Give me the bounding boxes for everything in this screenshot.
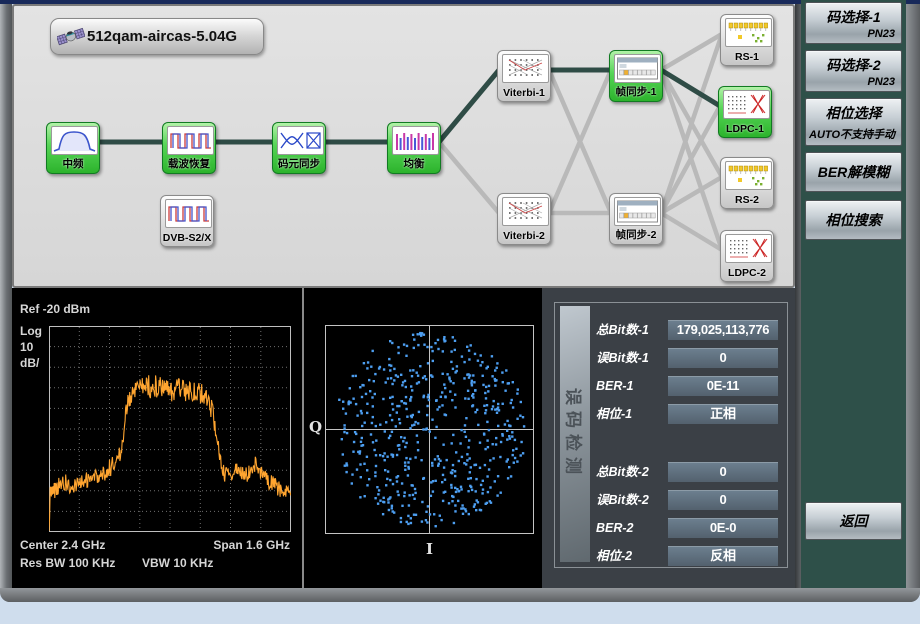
ber-panel: 误码检测 总Bit数-1179,025,113,776误Bit数-10BER-1… — [542, 288, 795, 588]
phase-search-button-label: 相位搜索 — [806, 201, 901, 239]
ldpc-icon — [723, 90, 770, 119]
flow-node-label: 载波恢复 — [159, 156, 219, 171]
ber-row-value: 0 — [668, 348, 778, 368]
spectrum-icon — [51, 126, 98, 155]
flow-node-if[interactable]: 中频 — [46, 122, 100, 174]
ber-row-label: BER-1 — [596, 376, 668, 396]
window-frame-right — [906, 4, 920, 602]
ber-row-label: 相位-2 — [596, 546, 668, 566]
flow-edge-eq-v1 — [439, 70, 499, 142]
flow-node-v1[interactable]: Viterbi-1 — [497, 50, 551, 102]
code-select-2-button[interactable]: 码选择-2PN23 — [805, 50, 902, 92]
ber-row-value: 179,025,113,776 — [668, 320, 778, 340]
ber-row-label: 相位-1 — [596, 404, 668, 424]
window-frame-left — [0, 4, 12, 602]
ber-row-value: 反相 — [668, 546, 778, 566]
eye-icon — [277, 126, 324, 155]
flow-node-ss[interactable]: 码元同步 — [272, 122, 326, 174]
spectrum-panel: Ref -20 dBm Log 10 dB/ Center 2.4 GHz Sp… — [12, 288, 302, 588]
flow-node-ldpc2[interactable]: LDPC-2 — [720, 230, 774, 282]
code-select-1-button-label: 码选择-1 — [806, 7, 901, 27]
flow-node-label: 码元同步 — [269, 156, 329, 171]
flow-node-fs2[interactable]: 帧同步-2 — [609, 193, 663, 245]
spectrum-ref-label: Ref -20 dBm — [20, 302, 90, 316]
flow-node-label: 帧同步-2 — [606, 227, 666, 242]
spectrum-span-label: Span 1.6 GHz — [162, 538, 290, 552]
phase-select-button-label: 相位选择 — [806, 103, 901, 123]
constellation-panel: Q I — [302, 288, 542, 588]
frame-icon — [614, 54, 661, 83]
flow-node-label: Viterbi-1 — [494, 87, 554, 99]
i-axis-label: I — [325, 540, 534, 558]
ldpc-icon — [725, 234, 772, 263]
ber-row-value: 正相 — [668, 404, 778, 424]
flow-node-label: 均衡 — [384, 156, 444, 171]
phase-search-button[interactable]: 相位搜索 — [805, 200, 902, 240]
flow-node-fs1[interactable]: 帧同步-1 — [609, 50, 663, 102]
ber-row-value: 0 — [668, 490, 778, 510]
frame-icon — [614, 197, 661, 226]
flow-node-label: 中频 — [43, 156, 103, 171]
flow-node-label: 帧同步-1 — [606, 84, 666, 99]
rs-icon — [725, 18, 772, 47]
ber-deambiguity-button[interactable]: BER解模糊 — [805, 152, 902, 192]
flow-node-dvb[interactable]: DVB-S2/X — [160, 195, 214, 247]
flow-node-label: DVB-S2/X — [157, 232, 217, 244]
spectrum-db-label: dB/ — [20, 356, 39, 370]
spectrum-rbw-label: Res BW 100 KHz — [20, 556, 115, 570]
flow-node-eq[interactable]: 均衡 — [387, 122, 441, 174]
code-select-1-button-value: PN23 — [867, 28, 895, 40]
flow-node-label: LDPC-1 — [715, 123, 775, 135]
ber-row-label: 总Bit数-1 — [596, 320, 668, 340]
window-frame-bottom — [0, 588, 920, 602]
ber-row-label: 误Bit数-1 — [596, 348, 668, 368]
back-button[interactable]: 返回 — [805, 502, 902, 540]
flow-edge-eq-v2 — [439, 142, 499, 213]
constellation-plot — [325, 325, 534, 534]
ber-side-strip: 误码检测 — [560, 306, 590, 562]
ber-side-label: 误码检测 — [563, 388, 588, 480]
flow-node-rs1[interactable]: RS-1 — [720, 14, 774, 66]
flow-node-label: LDPC-2 — [717, 267, 777, 279]
spectrum-center-label: Center 2.4 GHz — [20, 538, 105, 552]
spectrum-vbw-label: VBW 10 KHz — [142, 556, 213, 570]
phase-select-button-value: AUTO不支持手动 — [809, 126, 895, 142]
ber-row-label: 误Bit数-2 — [596, 490, 668, 510]
flow-node-label: Viterbi-2 — [494, 230, 554, 242]
code-select-1-button[interactable]: 码选择-1PN23 — [805, 2, 902, 44]
trellis-icon — [502, 54, 549, 83]
code-select-2-button-value: PN23 — [867, 76, 895, 88]
flow-node-rs2[interactable]: RS-2 — [720, 157, 774, 209]
ber-row-value: 0E-11 — [668, 376, 778, 396]
sidebar: 码选择-1PN23码选择-2PN23相位选择AUTO不支持手动BER解模糊相位搜… — [801, 0, 906, 588]
squarewave-icon — [165, 199, 212, 228]
flow-node-v2[interactable]: Viterbi-2 — [497, 193, 551, 245]
squarewave-icon — [167, 126, 214, 155]
bars-icon — [392, 126, 439, 155]
ber-row-value: 0E-0 — [668, 518, 778, 538]
code-select-2-button-label: 码选择-2 — [806, 55, 901, 75]
spectrum-log-label: Log — [20, 324, 42, 338]
spectrum-plot — [49, 326, 291, 532]
q-axis-label: Q — [309, 418, 322, 436]
flow-node-cr[interactable]: 载波恢复 — [162, 122, 216, 174]
flow-node-ldpc1[interactable]: LDPC-1 — [718, 86, 772, 138]
phase-select-button[interactable]: 相位选择 AUTO不支持手动 — [805, 98, 902, 146]
spectrum-scale-label: 10 — [20, 340, 33, 354]
back-button-label: 返回 — [806, 503, 901, 539]
flow-node-label: RS-2 — [717, 194, 777, 206]
flow-node-label: RS-1 — [717, 51, 777, 63]
ber-row-value: 0 — [668, 462, 778, 482]
flow-diagram-panel: 512qam-aircas-5.04G 中频载波恢复码元同步均衡DVB-S2/X… — [12, 4, 795, 288]
ber-row-label: 总Bit数-2 — [596, 462, 668, 482]
ber-deambiguity-button-label: BER解模糊 — [806, 153, 901, 191]
rs-icon — [725, 161, 772, 190]
ber-row-label: BER-2 — [596, 518, 668, 538]
trellis-icon — [502, 197, 549, 226]
